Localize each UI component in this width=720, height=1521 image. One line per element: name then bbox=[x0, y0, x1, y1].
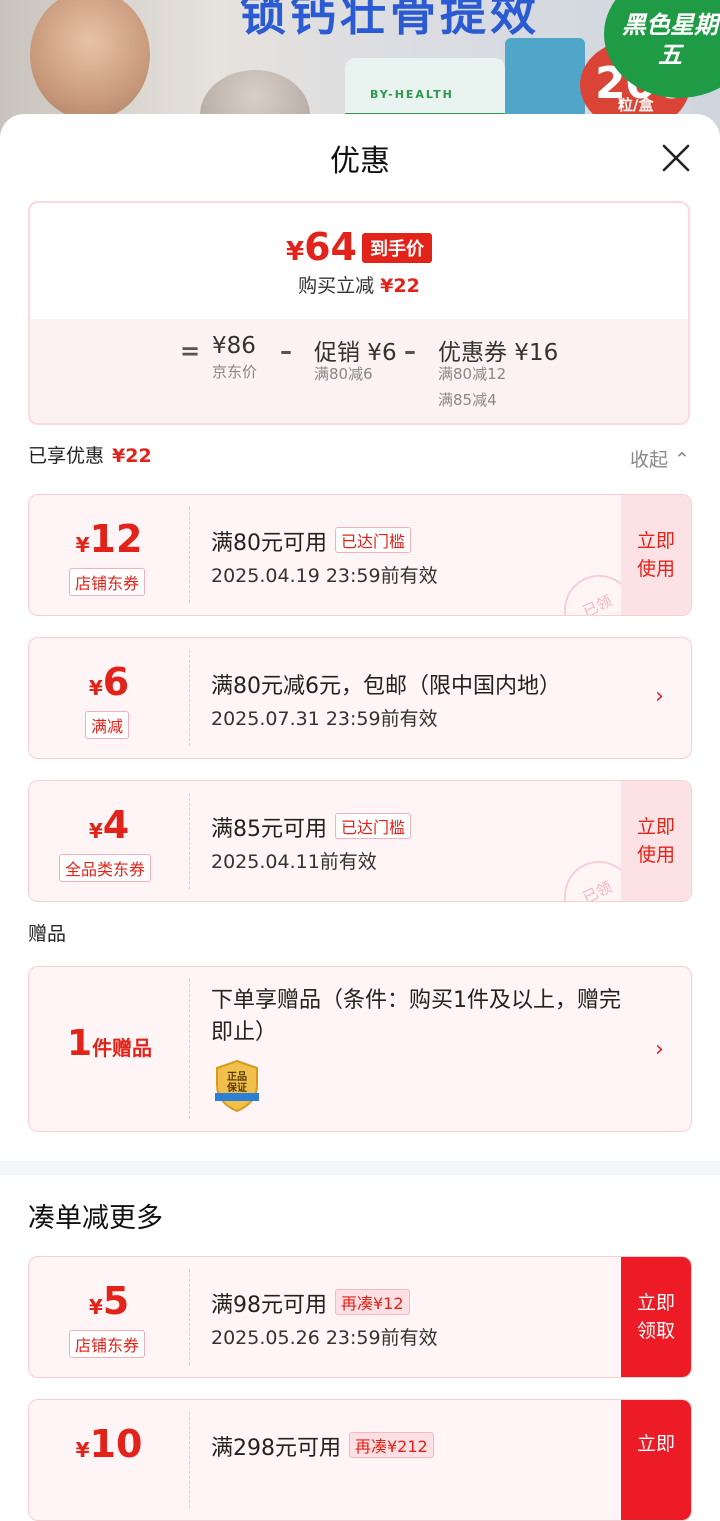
coupon-validity: 2025.04.19 23:59前有效 bbox=[211, 565, 438, 587]
coupon-divider bbox=[189, 1269, 190, 1365]
coupon-divider bbox=[189, 1412, 190, 1508]
coupon-condition: 满80元减6元，包邮（限中国内地） bbox=[211, 674, 561, 699]
threshold-badge: 已达门槛 bbox=[335, 527, 412, 553]
minus-sign: – bbox=[280, 337, 292, 365]
gifts-label: 赠品 bbox=[28, 923, 67, 945]
coupon-divider bbox=[189, 793, 190, 889]
use-now-button[interactable]: 立即 使用 bbox=[621, 495, 691, 615]
coupon-amount: ¥12 bbox=[75, 517, 143, 561]
final-price: ¥64 bbox=[286, 225, 357, 269]
promo-amount: 促销 ¥6 bbox=[314, 340, 397, 366]
coupon-amount: ¥5 bbox=[88, 1279, 130, 1323]
chevron-right-icon[interactable]: › bbox=[655, 1037, 664, 1062]
banner-jar-unit: 粒/盒 bbox=[618, 96, 654, 114]
coupon-card[interactable]: ¥6 满减 满80元减6元，包邮（限中国内地） 2025.07.31 23:59… bbox=[28, 637, 692, 759]
black-friday-text: 黑色星期五 bbox=[622, 11, 718, 69]
coupon-type: 店铺东券 bbox=[69, 1330, 146, 1358]
coupon-rule-2: 满85减4 bbox=[438, 391, 497, 409]
jd-price: ¥86 bbox=[212, 333, 256, 359]
banner-person-image bbox=[30, 0, 150, 120]
gift-description: 下单享赠品（条件：购买1件及以上，赠完即止） bbox=[211, 988, 621, 1045]
promo-rule: 满80减6 bbox=[314, 365, 373, 383]
chevron-right-icon[interactable]: › bbox=[655, 684, 664, 709]
coupon-divider bbox=[189, 979, 190, 1119]
coupon-type: 全品类东券 bbox=[59, 854, 152, 882]
sheet-title: 优惠 bbox=[330, 144, 390, 179]
use-now-button[interactable]: 立即 使用 bbox=[621, 781, 691, 901]
banner-product-label: BY-HEALTH bbox=[370, 88, 454, 101]
coupon-divider bbox=[189, 507, 190, 603]
coupon-condition: 满98元可用 再凑¥12 bbox=[211, 1287, 410, 1319]
coupon-amount: ¥10 bbox=[75, 1422, 143, 1466]
gift-card[interactable]: 1件赠品 下单享赠品（条件：购买1件及以上，赠完即止） 正品 保证 › bbox=[28, 966, 692, 1132]
section-separator bbox=[0, 1161, 720, 1175]
coupon-validity: 2025.07.31 23:59前有效 bbox=[211, 708, 438, 730]
minus-sign-2: – bbox=[404, 337, 416, 365]
coupon-card[interactable]: ¥5 店铺东券 满98元可用 再凑¥12 2025.05.26 23:59前有效 … bbox=[28, 1256, 692, 1378]
add-more-badge: 再凑¥12 bbox=[335, 1289, 410, 1315]
svg-text:保证: 保证 bbox=[226, 1081, 247, 1094]
coupon-type: 店铺东券 bbox=[69, 568, 146, 596]
jd-price-label: 京东价 bbox=[212, 363, 258, 381]
coupon-type: 满减 bbox=[85, 711, 130, 739]
final-price-tag: 到手价 bbox=[362, 233, 432, 263]
equals-sign: = bbox=[180, 337, 201, 365]
coupon-rule-1: 满80减12 bbox=[438, 365, 507, 383]
coupon-card[interactable]: ¥4 全品类东券 满85元可用 已达门槛 2025.04.11前有效 已领 立即使… bbox=[28, 780, 692, 902]
claim-now-button[interactable]: 立即 领取 bbox=[621, 1257, 691, 1377]
coupon-condition: 满298元可用 再凑¥212 bbox=[211, 1430, 434, 1462]
gift-quantity: 1件赠品 bbox=[67, 1023, 153, 1064]
collapse-button[interactable]: 收起 ⌃ bbox=[630, 445, 690, 472]
coupon-amount: ¥6 bbox=[88, 660, 130, 704]
coupon-card[interactable]: ¥12 店铺东券 满80元可用 已达门槛 2025.04.19 23:59前有效 … bbox=[28, 494, 692, 616]
more-discount-title: 凑单减更多 bbox=[28, 1203, 163, 1234]
threshold-badge: 已达门槛 bbox=[335, 813, 412, 839]
coupon-condition: 满85元可用 已达门槛 bbox=[211, 811, 412, 843]
coupon-validity: 2025.04.11前有效 bbox=[211, 851, 377, 873]
close-icon[interactable] bbox=[656, 138, 696, 178]
enjoyed-discount-label: 已享优惠 ¥22 bbox=[28, 445, 152, 467]
coupon-divider bbox=[189, 650, 190, 746]
svg-text:正品: 正品 bbox=[227, 1071, 247, 1083]
buy-reduce-line: 购买立减 ¥22 bbox=[298, 275, 420, 297]
coupon-amount: ¥4 bbox=[88, 803, 130, 847]
coupon-validity: 2025.05.26 23:59前有效 bbox=[211, 1327, 438, 1349]
discount-sheet: 优惠 ¥64 到手价 购买立减 ¥22 = ¥86 京东价 – 促销 ¥6 满80… bbox=[0, 114, 720, 1521]
coupon-condition: 满80元可用 已达门槛 bbox=[211, 525, 412, 557]
banner-slogan: 锁钙壮骨提效 bbox=[240, 0, 540, 41]
claim-now-button[interactable]: 立即 bbox=[621, 1400, 691, 1520]
coupon-card[interactable]: ¥10 满298元可用 再凑¥212 立即 bbox=[28, 1399, 692, 1521]
price-summary-card: ¥64 到手价 购买立减 ¥22 = ¥86 京东价 – 促销 ¥6 满80减6 … bbox=[28, 201, 690, 425]
add-more-badge: 再凑¥212 bbox=[349, 1432, 434, 1458]
banner-product-box bbox=[505, 38, 585, 118]
authentic-guarantee-icon: 正品 保证 bbox=[215, 1059, 259, 1113]
coupon-amount: 优惠券 ¥16 bbox=[438, 340, 559, 366]
